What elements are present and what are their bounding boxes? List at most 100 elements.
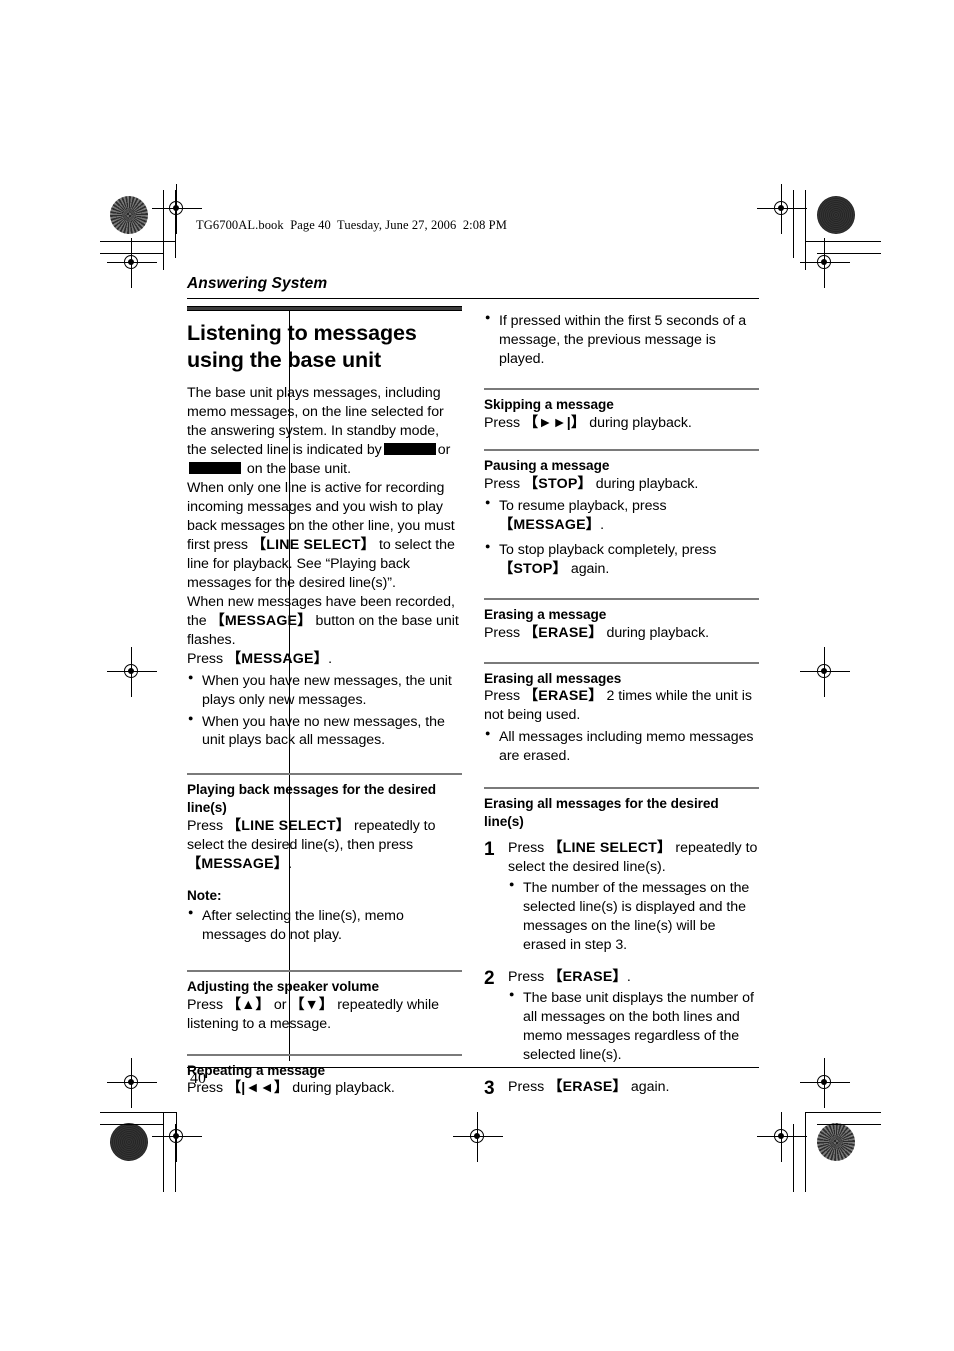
key-line-select: 【LINE SELECT】 <box>251 536 376 553</box>
list-item: When you have new messages, the unit pla… <box>187 671 462 710</box>
section-rule <box>187 1053 462 1056</box>
page-number: 40 <box>190 1070 206 1087</box>
section-rule <box>187 773 462 776</box>
section-rule <box>187 970 462 973</box>
bullet-text-a: To resume playback, press <box>499 498 667 515</box>
top-bullet-list: If pressed within the first 5 seconds of… <box>484 311 759 369</box>
volume-instruction: Press 【▲】 or 【▼】 repeatedly while listen… <box>187 996 462 1034</box>
registration-mark-bottom-center <box>453 1112 503 1162</box>
crop-mark-line <box>100 1112 176 1113</box>
erasing-all-instruction: Press 【ERASE】 2 times while the unit is … <box>484 687 759 725</box>
list-item: After selecting the line(s), memo messag… <box>187 906 462 945</box>
note-heading: Note: <box>187 887 222 903</box>
key-erase: 【ERASE】 <box>523 624 603 641</box>
page-title: Listening to messages using the base uni… <box>187 321 417 372</box>
playback-text-c: . <box>288 855 293 872</box>
key-message: 【MESSAGE】 <box>187 855 289 872</box>
line1-indicator-block <box>383 443 436 456</box>
subheading-playing-back: Playing back messages for the desired li… <box>187 782 436 816</box>
erasing-one-text-a: Press <box>484 624 521 641</box>
crop-mark-line <box>805 1112 806 1192</box>
intro-text-4a: Press <box>187 650 224 667</box>
list-item: 3 Press 【ERASE】 again. <box>484 1078 759 1099</box>
section-rule <box>484 787 759 790</box>
step-text-b: again. <box>630 1078 670 1095</box>
halftone-circle-top-right <box>817 196 855 234</box>
key-line-select: 【LINE SELECT】 <box>226 817 351 834</box>
key-stop: 【STOP】 <box>523 476 592 493</box>
list-item: The base unit displays the number of all… <box>508 988 759 1065</box>
key-line-select: 【LINE SELECT】 <box>548 840 672 857</box>
subheading-erasing-all: Erasing all messages <box>484 670 622 686</box>
list-item: To stop playback completely, press 【STOP… <box>484 540 759 579</box>
line2-indicator-block <box>189 462 241 475</box>
step-bullet-list: The number of the messages on the select… <box>508 878 759 955</box>
right-column: If pressed within the first 5 seconds of… <box>484 306 759 1099</box>
registration-mark <box>757 184 807 234</box>
key-volume-up-icon: 【▲】 <box>226 996 270 1013</box>
key-rewind-icon: 【|◄◄】 <box>226 1080 289 1097</box>
registration-mark <box>800 647 850 697</box>
step-text-a: Press <box>508 1078 545 1095</box>
erasing-all-text-a: Press <box>484 688 521 705</box>
skipping-text-b: during playback. <box>589 414 692 431</box>
list-item: To resume playback, press 【MESSAGE】. <box>484 496 759 535</box>
skipping-instruction: Press 【►►|】 during playback. <box>484 414 759 433</box>
pausing-text-a: Press <box>484 476 521 493</box>
subheading-pausing: Pausing a message <box>484 458 610 474</box>
file-info-bar: TG6700AL.book Page 40 Tuesday, June 27, … <box>196 218 507 232</box>
section-rule <box>484 661 759 664</box>
intro-paragraph-1: The base unit plays messages, including … <box>187 384 462 479</box>
list-item: The number of the messages on the select… <box>508 878 759 955</box>
crop-mark-line <box>805 190 806 270</box>
registration-mark <box>152 184 202 234</box>
registration-mark <box>107 238 157 288</box>
crop-mark-line <box>100 241 176 242</box>
intro-paragraph-3: When new messages have been recorded, th… <box>187 593 462 650</box>
crop-mark-line <box>817 1124 881 1125</box>
content-columns: Listening to messages using the base uni… <box>187 306 759 1099</box>
section-rule <box>484 387 759 390</box>
list-item: 2 Press 【ERASE】. The base unit displays … <box>484 968 759 1065</box>
key-fast-forward-icon: 【►►|】 <box>523 414 586 431</box>
left-column: Listening to messages using the base uni… <box>187 306 462 1098</box>
repeat-instruction: Press 【|◄◄】 during playback. <box>187 1079 462 1098</box>
playback-instruction: Press 【LINE SELECT】 repeatedly to select… <box>187 817 462 874</box>
registration-mark <box>107 647 157 697</box>
pausing-bullet-list: To resume playback, press 【MESSAGE】. To … <box>484 496 759 579</box>
step-text-b: . <box>626 969 631 986</box>
step-number: 3 <box>484 1077 495 1099</box>
erasing-one-instruction: Press 【ERASE】 during playback. <box>484 624 759 643</box>
registration-mark <box>800 1058 850 1108</box>
erasing-line-steps: 1 Press 【LINE SELECT】 repeatedly to sele… <box>484 839 759 1099</box>
bullet-text-b: . <box>600 517 605 534</box>
playback-text-a: Press <box>187 817 224 834</box>
halftone-circle-bottom-left <box>110 1123 148 1161</box>
section-rule <box>484 597 759 600</box>
key-message: 【MESSAGE】 <box>210 612 312 629</box>
subheading-repeating: Repeating a message <box>187 1062 326 1078</box>
subheading-skipping: Skipping a message <box>484 396 614 412</box>
halftone-circle-top-left <box>110 196 148 234</box>
subheading-erasing-one: Erasing a message <box>484 606 607 622</box>
key-stop: 【STOP】 <box>499 560 567 577</box>
key-message: 【MESSAGE】 <box>499 517 601 534</box>
step-bullet-list: The base unit displays the number of all… <box>508 988 759 1065</box>
list-item: 1 Press 【LINE SELECT】 repeatedly to sele… <box>484 839 759 955</box>
volume-text-a: Press <box>187 996 224 1013</box>
list-item: When you have no new messages, the unit … <box>187 712 462 751</box>
repeat-text-b: during playback. <box>292 1080 395 1097</box>
registration-mark <box>800 238 850 288</box>
section-rule <box>484 449 759 452</box>
crop-mark-line <box>100 1124 164 1125</box>
skipping-text-a: Press <box>484 414 521 431</box>
volume-text-b: or <box>273 996 287 1013</box>
key-erase: 【ERASE】 <box>548 969 627 986</box>
pausing-instruction: Press 【STOP】 during playback. <box>484 475 759 494</box>
intro-text-1-end: on the base unit. <box>246 461 351 478</box>
bullet-text-a: To stop playback completely, press <box>499 542 717 559</box>
running-head-rule <box>187 298 759 299</box>
running-head: Answering System <box>187 275 328 292</box>
pausing-text-b: during playback. <box>595 476 699 493</box>
key-erase: 【ERASE】 <box>523 688 603 705</box>
